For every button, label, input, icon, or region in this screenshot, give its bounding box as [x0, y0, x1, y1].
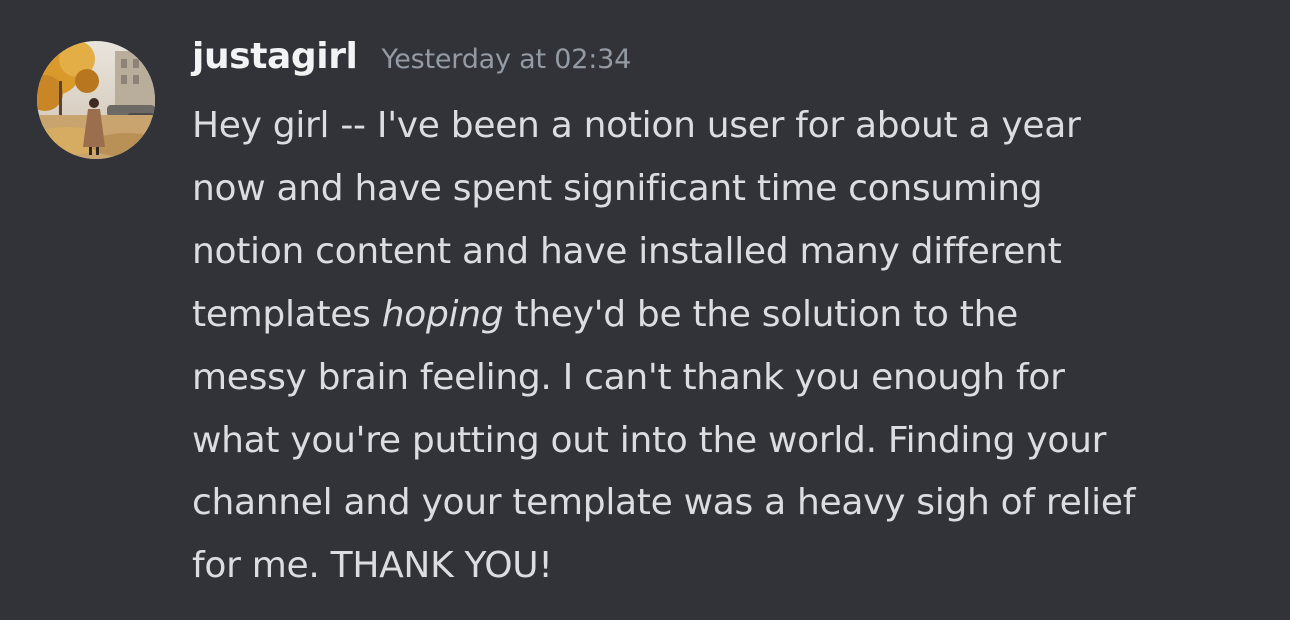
message-line: what you're putting out into the world. …	[192, 419, 1107, 461]
message-text: they'd be the solution to the	[503, 293, 1018, 335]
message-line: now and have spent significant time cons…	[192, 167, 1043, 209]
message-line: Hey girl -- I've been a notion user for …	[192, 105, 1081, 146]
message-timestamp[interactable]: Yesterday at 02:34	[382, 44, 632, 75]
message-line: for me. THANK YOU!	[192, 545, 553, 587]
message-content: Hey girl -- I've been a notion user for …	[192, 95, 1272, 598]
emphasized-text: hoping	[381, 293, 504, 335]
message-line: templates hoping they'd be the solution …	[192, 284, 1272, 347]
message-line: messy brain feeling. I can't thank you e…	[192, 356, 1065, 398]
avatar-photo-icon	[37, 41, 155, 159]
chat-message: justagirl Yesterday at 02:34 Hey girl --…	[0, 0, 1290, 620]
username[interactable]: justagirl	[192, 36, 358, 77]
user-avatar[interactable]	[37, 41, 155, 159]
message-line: channel and your template was a heavy si…	[192, 482, 1136, 524]
message-header: justagirl Yesterday at 02:34	[192, 36, 631, 77]
message-line: notion content and have installed many d…	[192, 230, 1062, 272]
message-text: templates	[192, 293, 382, 335]
